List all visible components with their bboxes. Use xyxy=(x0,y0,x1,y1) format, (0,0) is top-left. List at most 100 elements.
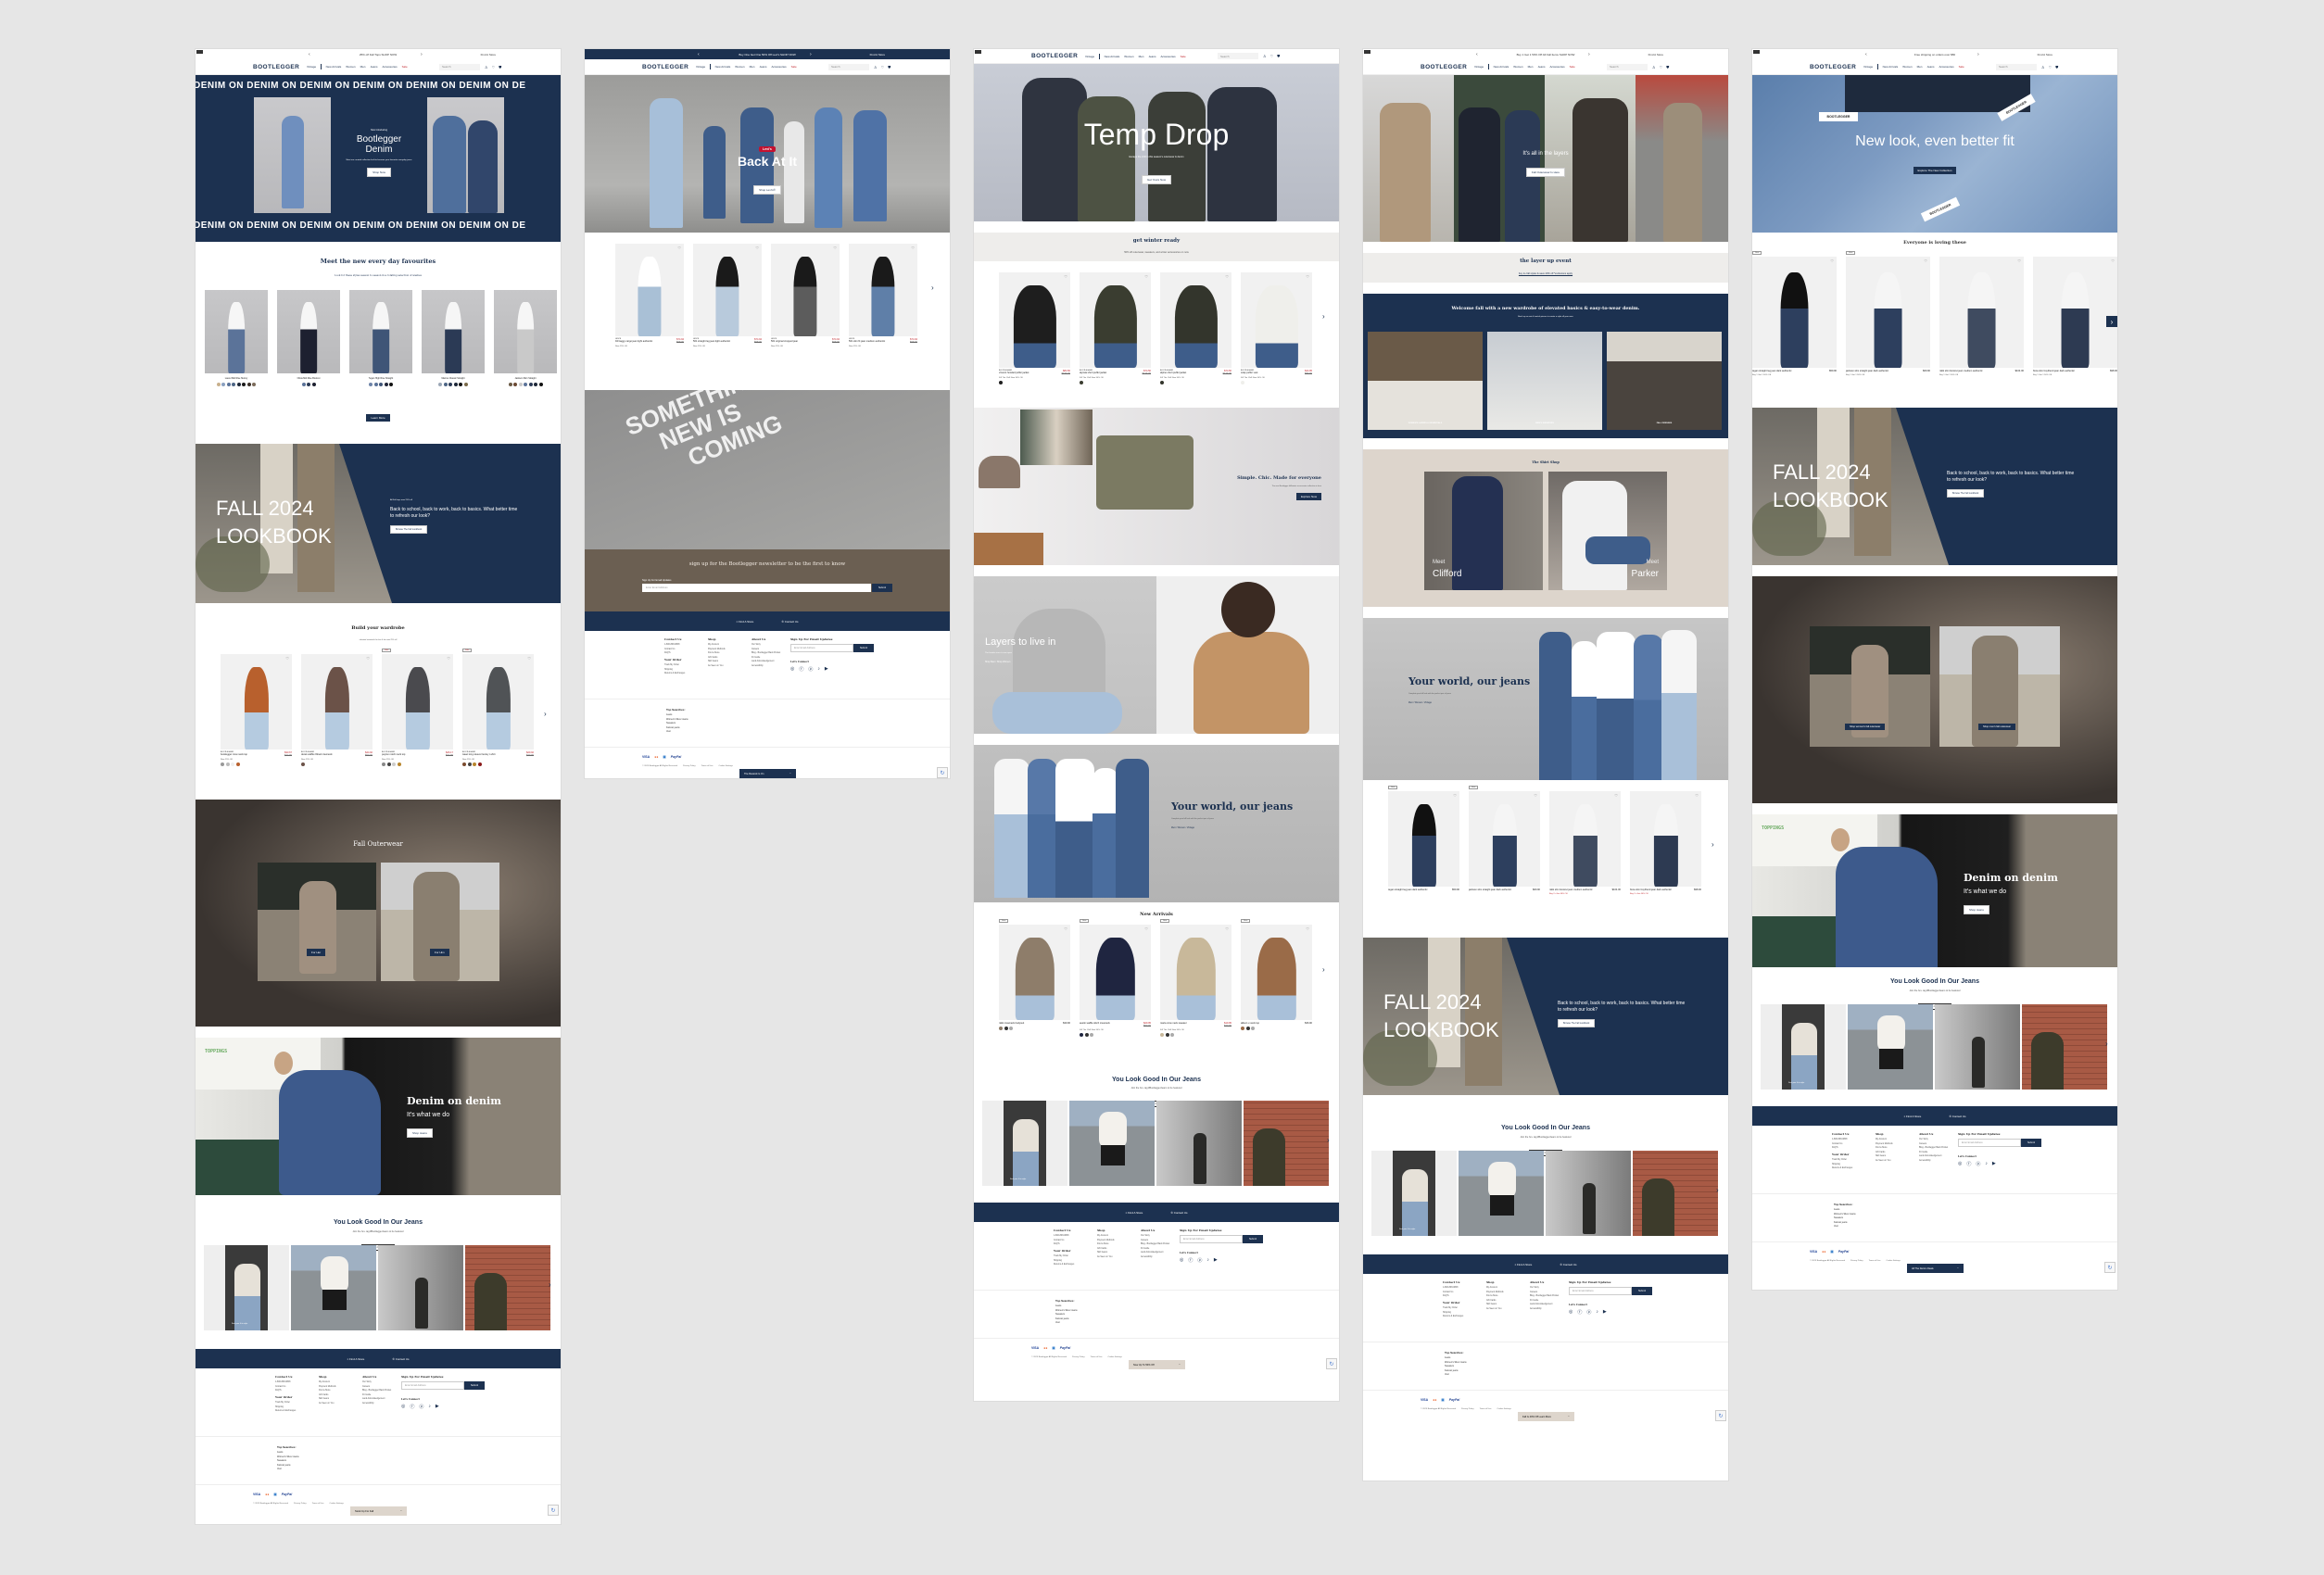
product-card[interactable]: ♡ fiona slim boyfriend jean dark authenti… xyxy=(2033,257,2117,376)
wishlist-heart-icon[interactable]: ♡ xyxy=(285,656,289,661)
nav-vintage[interactable]: Vintage xyxy=(696,65,705,69)
footer-link[interactable]: My Account xyxy=(1097,1235,1130,1237)
wishlist-heart-icon[interactable]: ♡ xyxy=(527,656,531,661)
product-name[interactable]: 501 original cropped jean xyxy=(771,340,821,343)
top-search-link[interactable]: Sweaters xyxy=(277,1459,299,1462)
browse-lookbook-button[interactable]: Browse The Fall Lookbook xyxy=(390,525,428,534)
color-swatch[interactable] xyxy=(236,383,241,386)
top-search-link[interactable]: Kancan jeans xyxy=(1834,1221,1856,1224)
nav-men[interactable]: Men xyxy=(1528,65,1534,69)
product-card[interactable]: ♡ LEVI'S 501 slim fit jean medium authenti… xyxy=(849,244,917,347)
tiktok-icon[interactable]: ♪ xyxy=(1985,1161,1988,1167)
product-card[interactable]: New ♡ tegan straight leg jean dark authent… xyxy=(1388,786,1459,895)
product-image[interactable]: ♡ xyxy=(771,244,840,336)
footer-link[interactable]: Blog - Bootlegger Back Pocket xyxy=(1141,1243,1178,1245)
footer-link[interactable]: Land Acknowledgement xyxy=(362,1398,399,1400)
shop-levis-button[interactable]: Shop Levi's® xyxy=(753,185,781,195)
product-image[interactable]: ♡ xyxy=(1549,791,1621,887)
top-search-link[interactable]: Women's Silver Jeans xyxy=(277,1455,299,1458)
wishlist-heart-icon[interactable]: ♡ xyxy=(2017,258,2021,263)
color-swatch[interactable] xyxy=(231,762,234,766)
top-search-link[interactable]: Jeans xyxy=(1834,1208,1856,1211)
search-input[interactable]: Search xyxy=(1218,53,1258,59)
footer-link[interactable]: 1-800-808-0808 xyxy=(1054,1235,1086,1237)
footer-link[interactable]: Find a Store xyxy=(708,652,740,654)
favourite-card[interactable]: Jackson Slim Straight xyxy=(494,290,557,386)
product-image[interactable] xyxy=(349,290,412,373)
product-image[interactable] xyxy=(277,290,340,373)
footer-link[interactable]: My Account xyxy=(708,644,740,646)
nav-accessories[interactable]: Accessories xyxy=(1160,55,1175,58)
category-tile[interactable]: MEN'S SWEATERS xyxy=(1487,332,1602,430)
color-swatch[interactable] xyxy=(386,762,391,766)
ugc-photo[interactable] xyxy=(1156,1101,1242,1186)
nav-new-arrivals[interactable]: New Arrivals xyxy=(1883,65,1899,69)
footer-link[interactable]: Contact Us xyxy=(1832,1143,1864,1145)
color-swatch[interactable] xyxy=(1245,1027,1250,1030)
product-image[interactable]: ♡ xyxy=(301,654,373,750)
cookie-settings-link[interactable]: Cookie Settings xyxy=(1108,1356,1122,1358)
color-swatch[interactable] xyxy=(518,383,523,386)
top-search-link[interactable]: Jeans xyxy=(1445,1356,1467,1359)
color-swatch[interactable] xyxy=(508,383,512,386)
nav-new-arrivals[interactable]: New Arrivals xyxy=(715,65,731,69)
search-input[interactable]: Search xyxy=(1996,63,2037,70)
wishlist-heart-icon[interactable]: ♡ xyxy=(1534,793,1537,798)
product-image[interactable]: ♡ xyxy=(1080,925,1151,1020)
top-search-link[interactable]: Kancan jeans xyxy=(277,1464,299,1467)
color-swatch[interactable] xyxy=(384,383,388,386)
color-swatch[interactable] xyxy=(443,383,448,386)
cart-icon[interactable]: ⛊ xyxy=(2055,65,2058,69)
footer-link[interactable]: Accessibility xyxy=(362,1403,399,1405)
footer-link[interactable]: Skill Jeans xyxy=(708,661,740,662)
wishlist-heart-icon[interactable]: ♡ xyxy=(1144,274,1148,279)
product-card[interactable]: ♡ nikki slim bootcut jean medium authenti… xyxy=(1939,257,2024,376)
top-search-link[interactable]: Women's Silver Jeans xyxy=(1055,1309,1078,1312)
instagram-icon[interactable]: ◎ xyxy=(790,666,794,673)
product-card[interactable]: ♡ LEVI'S 501 straight leg jean light authe… xyxy=(693,244,762,347)
footer-link[interactable]: Returns & Exchanges xyxy=(1832,1167,1864,1169)
nav-sale[interactable]: Sale xyxy=(1181,55,1186,58)
footer-link[interactable]: Find a Store xyxy=(319,1390,351,1392)
footer-link[interactable]: Returns & Exchanges xyxy=(1054,1264,1086,1266)
footer-link[interactable]: Track My Order xyxy=(1832,1159,1864,1161)
footer-link[interactable]: Land Acknowledgement xyxy=(1919,1155,1956,1157)
footer-link[interactable]: Blog - Bootlegger Back Pocket xyxy=(1530,1295,1567,1297)
promo-next-icon[interactable]: › xyxy=(810,52,812,57)
color-swatch[interactable] xyxy=(216,383,221,386)
top-search-link[interactable]: Jeans xyxy=(666,713,688,716)
product-card[interactable]: Sale ♡ BOOTLEGGER isaac long sleeve henley … xyxy=(462,649,534,766)
nav-sale[interactable]: Sale xyxy=(1570,65,1575,69)
footer-link[interactable]: Find a Store xyxy=(1876,1147,1908,1149)
footer-link[interactable]: Fit Guide xyxy=(1919,1152,1956,1153)
shop-womens-outerwear-button[interactable]: Shop women's fall outerwear xyxy=(1845,724,1886,730)
footer-link[interactable]: Fit Guide xyxy=(1141,1248,1178,1250)
nav-women[interactable]: Women xyxy=(735,65,744,69)
learn-more-button[interactable]: Learn More xyxy=(366,414,390,422)
product-image[interactable] xyxy=(494,290,557,373)
nav-new-arrivals[interactable]: New Arrivals xyxy=(1105,55,1120,58)
logo[interactable]: BOOTLEGGER xyxy=(253,64,299,70)
color-swatch[interactable] xyxy=(301,383,306,386)
ugc-photo[interactable] xyxy=(1069,1101,1155,1186)
footer-link[interactable]: Careers xyxy=(362,1386,399,1388)
contact-link[interactable]: ✆ Contact Us xyxy=(392,1357,409,1361)
cookie-settings-link[interactable]: Cookie Settings xyxy=(330,1503,344,1505)
footer-link[interactable]: Gift Cards xyxy=(708,657,740,659)
color-swatch[interactable] xyxy=(1241,1027,1244,1030)
color-swatch[interactable] xyxy=(463,383,468,386)
cart-icon[interactable]: ⛊ xyxy=(1277,54,1280,58)
youtube-icon[interactable]: ▶ xyxy=(1992,1161,1996,1167)
footer-link[interactable]: Shipping xyxy=(664,669,697,671)
explore-collection-button[interactable]: Explore The New Collection xyxy=(1913,167,1957,174)
promo-next-icon[interactable]: › xyxy=(421,52,423,57)
product-image[interactable]: ♡ xyxy=(615,244,684,336)
carousel-next-icon[interactable]: › xyxy=(1711,840,1714,849)
logo[interactable]: BOOTLEGGER xyxy=(1421,64,1467,70)
nav-new-arrivals[interactable]: New Arrivals xyxy=(1494,65,1509,69)
color-swatch[interactable] xyxy=(538,383,543,386)
promo-text[interactable]: Buy 1 Get 1 50% Off All Fall Items SHOP … xyxy=(1517,53,1575,57)
footer-submit-button[interactable]: Submit xyxy=(464,1381,485,1390)
browse-lookbook-button[interactable]: Browse The Fall Lookbook xyxy=(1947,489,1985,498)
pinterest-icon[interactable]: ⓟ xyxy=(419,1404,423,1410)
